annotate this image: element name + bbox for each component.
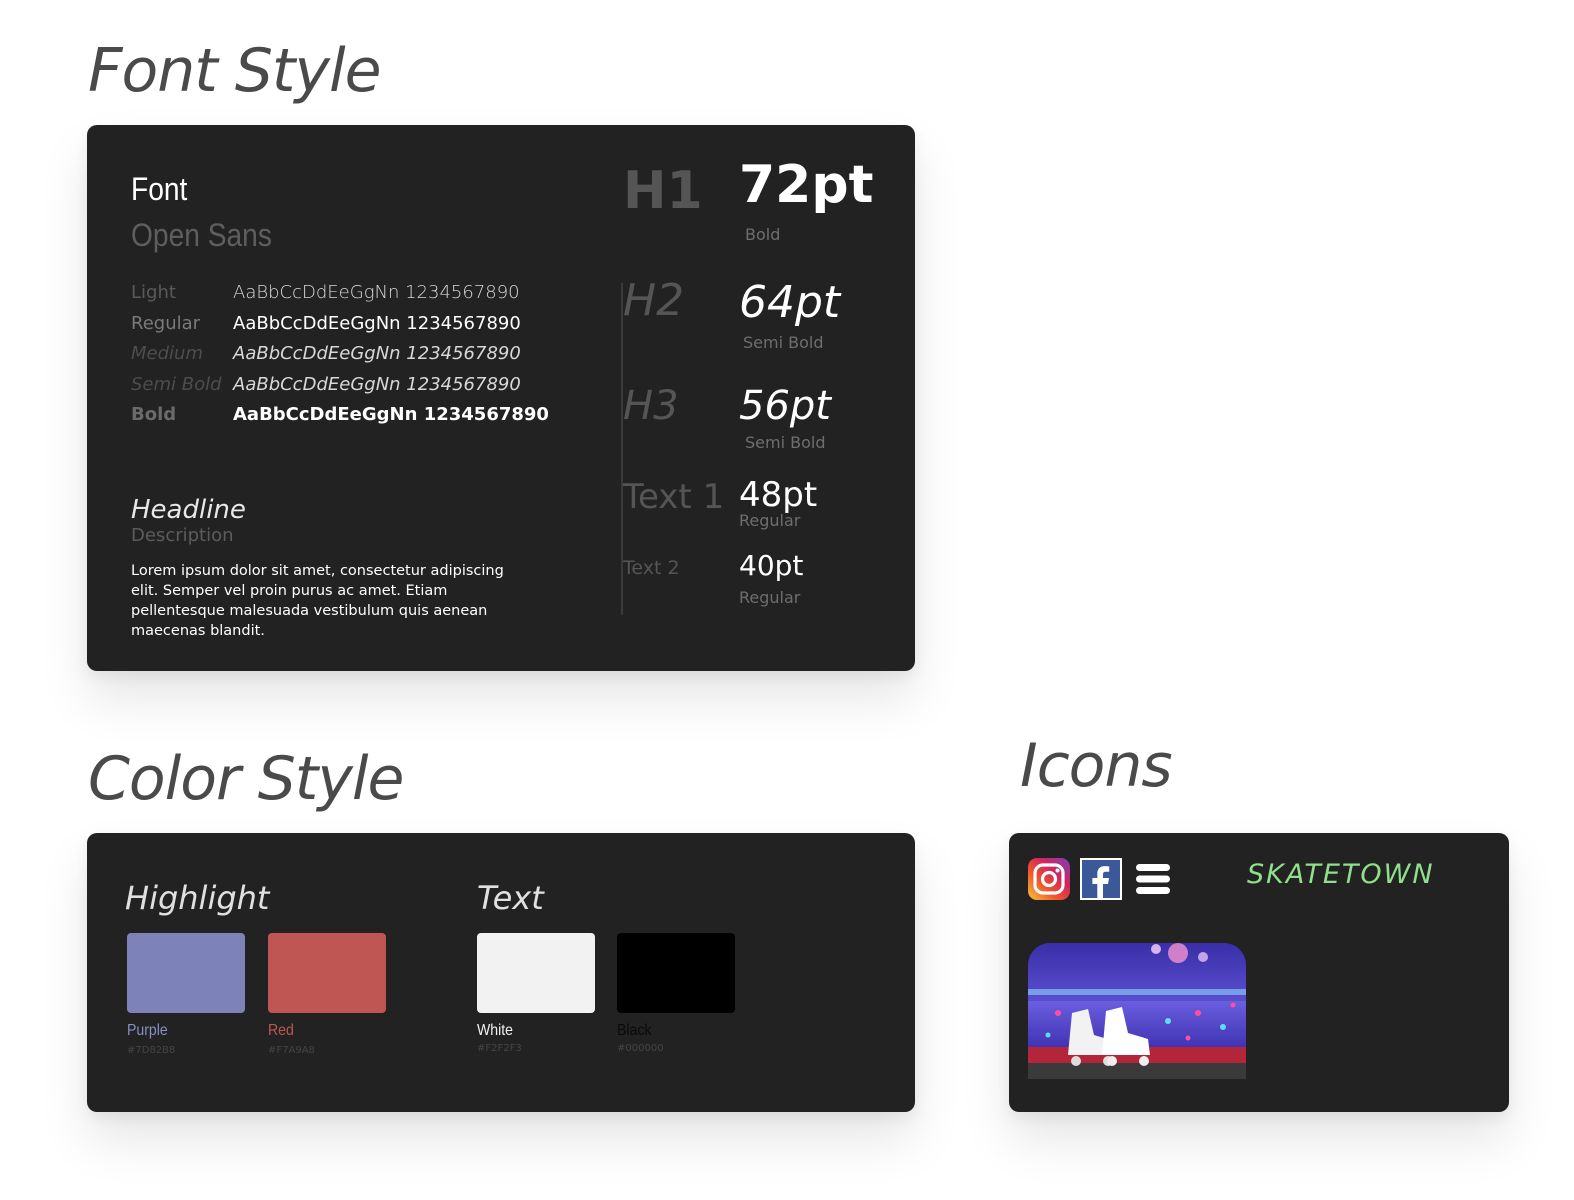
swatch-white <box>477 933 595 1013</box>
weight-name-semibold: Semi Bold <box>131 374 222 395</box>
style-guide-page: Font Style Font Open Sans Light AaBbCcDd… <box>0 0 1574 1200</box>
weight-name-medium: Medium <box>131 343 203 364</box>
weight-name-regular: Regular <box>131 313 201 334</box>
h1-size: 72pt <box>739 155 874 215</box>
swatch-black <box>617 933 735 1013</box>
swatch-hex-white: #F2F2F3 <box>477 1043 522 1054</box>
body-text-sample: Lorem ipsum dolor sit amet, consectetur … <box>131 563 504 639</box>
weight-sample-regular: AaBbCcDdEeGgNn 1234567890 <box>233 313 521 334</box>
weight-sample-semibold: AaBbCcDdEeGgNn 1234567890 <box>233 374 521 395</box>
weight-name-light: Light <box>131 282 176 303</box>
facebook-icon[interactable] <box>1080 858 1122 900</box>
h1-weight: Bold <box>745 225 781 244</box>
instagram-icon[interactable] <box>1028 858 1070 900</box>
icons-title: Icons <box>1020 731 1173 801</box>
h3-weight: Semi Bold <box>745 433 826 452</box>
swatch-red <box>268 933 386 1013</box>
text2-weight: Regular <box>739 588 801 607</box>
swatch-name-red: Red <box>268 1022 294 1039</box>
hamburger-menu-icon[interactable] <box>1132 858 1174 900</box>
color-style-title: Color Style <box>88 744 404 814</box>
h3-tag: H3 <box>623 383 679 429</box>
description-sample: Description <box>131 525 234 546</box>
font-family-name: Open Sans <box>131 217 272 253</box>
weight-sample-light: AaBbCcDdEeGgNn 1234567890 <box>233 282 520 303</box>
h2-tag: H2 <box>623 275 685 326</box>
skatetown-logo-text[interactable]: SKATETOWN <box>1247 859 1435 890</box>
h2-weight: Semi Bold <box>743 333 824 352</box>
swatch-hex-purple: #7D82B8 <box>127 1045 176 1056</box>
text2-tag: Text 2 <box>623 557 680 579</box>
text1-size: 48pt <box>739 475 818 515</box>
text2-size: 40pt <box>739 549 804 582</box>
icons-card: SKATETOWN <box>1009 833 1509 1112</box>
swatch-name-white: White <box>477 1022 513 1039</box>
h3-size: 56pt <box>739 383 831 429</box>
highlight-group-title: Highlight <box>125 879 270 917</box>
h1-tag: H1 <box>623 161 703 221</box>
text1-weight: Regular <box>739 511 801 530</box>
swatch-hex-red: #F7A9A8 <box>268 1045 315 1056</box>
text-group-title: Text <box>477 879 544 917</box>
swatch-hex-black: #000000 <box>617 1043 664 1054</box>
weight-sample-medium: AaBbCcDdEeGgNn 1234567890 <box>233 343 521 364</box>
headline-sample: Headline <box>131 495 246 525</box>
font-label: Font <box>131 171 188 207</box>
font-style-title: Font Style <box>88 36 382 106</box>
font-style-card: Font Open Sans Light AaBbCcDdEeGgNn 1234… <box>87 125 915 671</box>
text1-tag: Text 1 <box>623 477 725 517</box>
weight-sample-bold: AaBbCcDdEeGgNn 1234567890 <box>233 404 549 425</box>
swatch-purple <box>127 933 245 1013</box>
swatch-name-purple: Purple <box>127 1022 168 1039</box>
weight-name-bold: Bold <box>131 404 177 425</box>
roller-skates-rink-photo <box>1028 943 1246 1079</box>
swatch-name-black: Black <box>617 1022 652 1039</box>
h2-size: 64pt <box>739 277 841 328</box>
color-style-card: Highlight Text Purple #7D82B8 Red #F7A9A… <box>87 833 915 1112</box>
